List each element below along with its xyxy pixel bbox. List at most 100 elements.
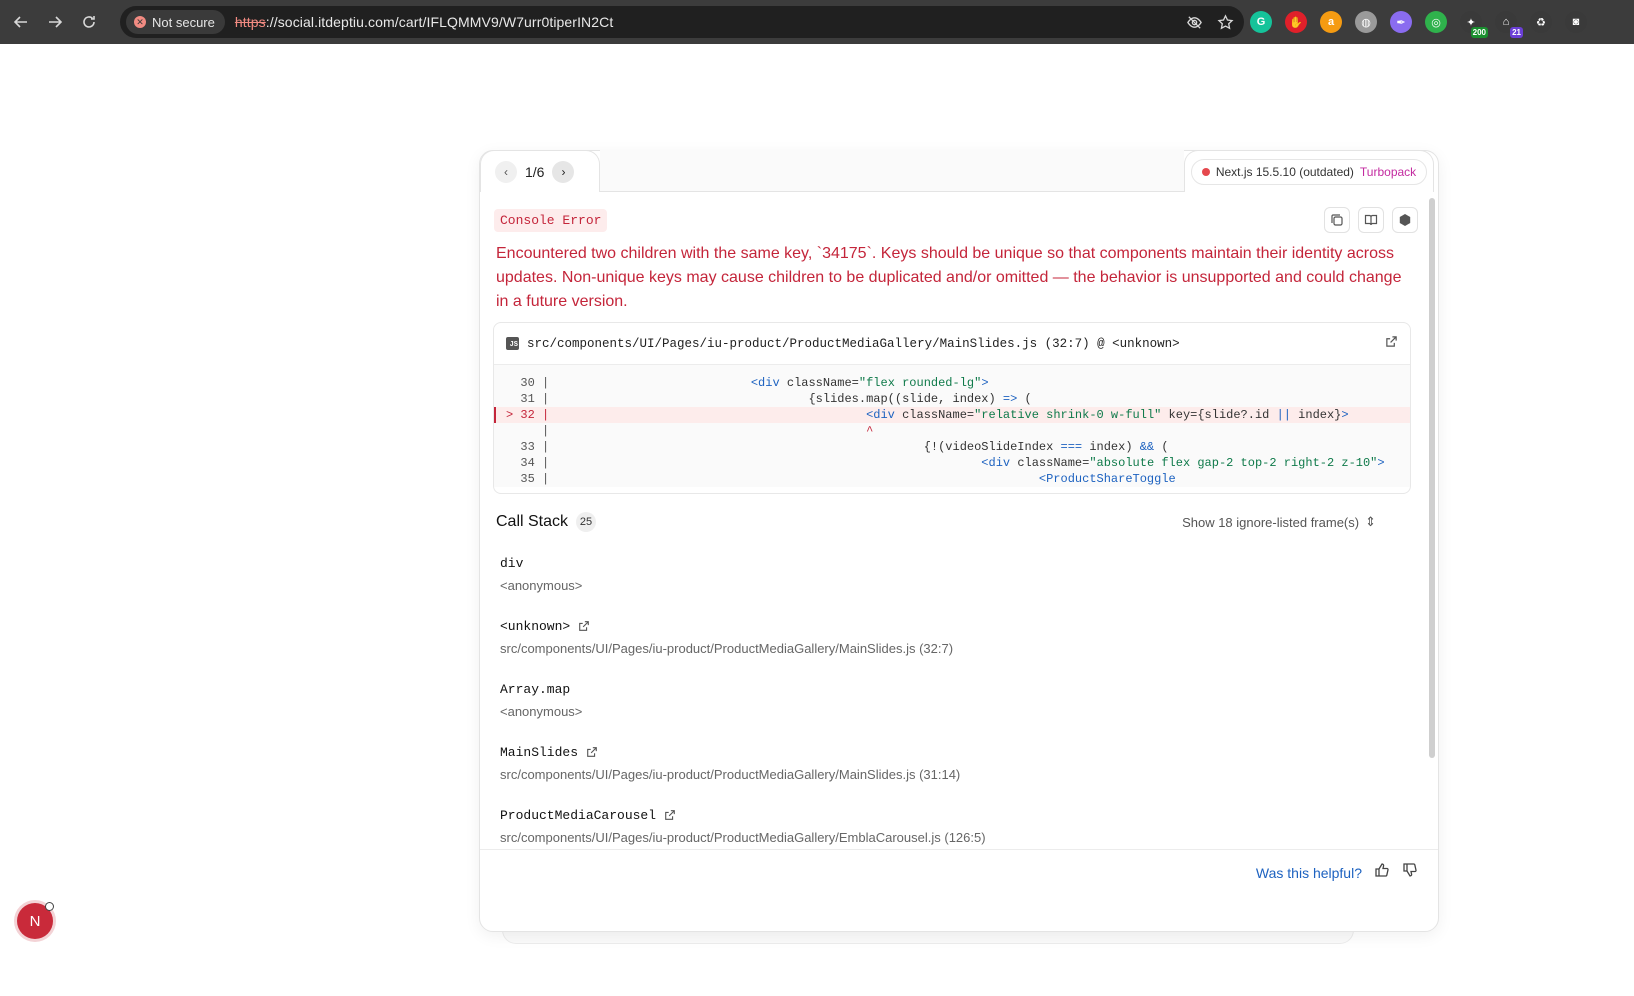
url-path: ://social.itdeptiu.com/cart/IFLQMMV9/W7u… (265, 14, 614, 30)
code-line: 34 | <div className="absolute flex gap-2… (494, 455, 1410, 471)
code-token: === (1060, 440, 1083, 454)
url-scheme: https (234, 14, 266, 30)
thumbs-down-button[interactable] (1402, 862, 1418, 883)
stack-frame: MainSlides src/components/UI/Pages/iu-pro… (500, 741, 1380, 804)
code-token: ^ (866, 424, 874, 438)
code-file-path: src/components/UI/Pages/iu-product/Produ… (527, 336, 1180, 351)
camera-icon[interactable]: ◙ (1565, 11, 1587, 33)
external-link-icon[interactable] (664, 809, 676, 821)
address-bar[interactable]: ✕ Not secure https://social.itdeptiu.com… (120, 6, 1244, 38)
code-token: "relative shrink-0 w-full" (974, 408, 1162, 422)
stack-frame: <unknown> src/components/UI/Pages/iu-prod… (500, 615, 1380, 678)
error-content: Console Error Encountered two children w… (480, 192, 1438, 884)
code-token: <div (981, 456, 1018, 470)
thumbs-down-icon (1403, 863, 1417, 877)
code-token: "flex rounded-lg" (858, 376, 982, 390)
line-number: 34 | (506, 456, 550, 470)
code-token: index) (1082, 440, 1140, 454)
external-link-icon[interactable] (586, 746, 598, 758)
code-token: index} (1290, 408, 1342, 422)
code-line: 33 | {!(videoSlideIndex === index) && ( (494, 439, 1410, 455)
counter-21-icon[interactable]: ⌂ 21 (1495, 11, 1523, 38)
code-token: ( (1154, 440, 1169, 454)
extension-badge: 200 (1470, 27, 1488, 38)
code-token: {!(videoSlideIndex (923, 440, 1061, 454)
thumbs-up-button[interactable] (1374, 862, 1390, 883)
url-text[interactable]: https://social.itdeptiu.com/cart/IFLQMMV… (235, 14, 613, 30)
code-line: | ^ (494, 423, 1410, 439)
code-token: => (1002, 392, 1018, 406)
nextjs-dev-indicator[interactable]: N (17, 902, 54, 939)
next-version-chip[interactable]: Next.js 15.5.10 (outdated) Turbopack (1190, 158, 1428, 185)
line-number: 35 | (506, 472, 550, 486)
code-token: > (1377, 456, 1385, 470)
code-token: <div (750, 376, 787, 390)
copy-icon (1331, 214, 1343, 226)
code-token: key={slide?.id (1161, 408, 1277, 422)
code-line: 31 | {slides.map((slide, index) => ( (494, 391, 1410, 407)
node-inspector-button[interactable] (1392, 207, 1418, 233)
frame-function-name: ProductMediaCarousel (500, 807, 657, 823)
arrow-right-icon (49, 16, 63, 28)
star-icon[interactable] (1217, 13, 1234, 31)
line-number: | (506, 424, 550, 438)
thumbs-up-icon (1375, 863, 1389, 877)
outdated-dot-icon (1201, 167, 1210, 176)
reload-button[interactable] (72, 5, 106, 39)
external-link-icon[interactable] (578, 620, 590, 632)
indicator-dot-icon (45, 902, 54, 911)
open-in-editor-button[interactable] (1385, 335, 1398, 353)
code-token: || (1276, 408, 1291, 422)
copy-button[interactable] (1324, 207, 1350, 233)
frame-location[interactable]: src/components/UI/Pages/iu-product/Produ… (500, 767, 1380, 787)
grammarly-icon[interactable]: G (1250, 11, 1272, 33)
book-icon (1364, 214, 1378, 226)
globe-icon[interactable]: ◍ (1355, 11, 1377, 33)
code-token: "absolute flex gap-2 top-2 right-2 z-10" (1089, 456, 1378, 470)
frame-location[interactable]: src/components/UI/Pages/iu-product/Produ… (500, 830, 1380, 850)
line-number: 31 | (506, 392, 550, 406)
recycle-icon[interactable]: ♻ (1530, 11, 1552, 33)
line-number: 33 | (506, 440, 550, 454)
target-icon[interactable]: ◎ (1425, 11, 1447, 33)
frame-location[interactable]: src/components/UI/Pages/iu-product/Produ… (500, 641, 1380, 661)
version-tab: Next.js 15.5.10 (outdated) Turbopack (1184, 150, 1434, 192)
feather-icon[interactable]: ✒ (1390, 11, 1412, 33)
dialog-header-strip (600, 150, 1184, 192)
js-file-icon: JS (506, 337, 519, 350)
code-token: className= (786, 376, 859, 390)
amazon-icon[interactable]: a (1320, 11, 1342, 33)
frame-function-name: Array.map (500, 681, 571, 697)
external-link-icon (1386, 335, 1397, 347)
security-chip[interactable]: ✕ Not secure (126, 10, 225, 34)
error-message: Encountered two children with the same k… (496, 245, 1402, 310)
eye-off-icon[interactable] (1186, 14, 1203, 31)
code-frame: JS src/components/UI/Pages/iu-product/Pr… (493, 322, 1411, 494)
code-token: ( (1017, 392, 1032, 406)
next-error-button[interactable]: › (552, 160, 575, 183)
reload-icon (83, 16, 95, 28)
counter-200-icon[interactable]: ✦ 200 (1460, 11, 1488, 38)
code-token: && (1139, 440, 1155, 454)
ignore-listed-toggle[interactable]: Show 18 ignore-listed frame(s) ⇕ (1182, 514, 1376, 530)
back-button[interactable] (4, 5, 38, 39)
prev-error-button[interactable]: ‹ (495, 160, 517, 183)
code-token: className= (902, 408, 975, 422)
code-line: 35 | <ProductShareToggle (494, 471, 1410, 487)
code-token: className= (1017, 456, 1090, 470)
pager-count: 1/6 (525, 163, 545, 180)
frame-function-name: MainSlides (500, 744, 579, 760)
arrow-left-icon (13, 16, 27, 28)
scrollbar[interactable] (1429, 198, 1435, 758)
docs-button[interactable] (1358, 207, 1384, 233)
adblock-icon[interactable]: ✋ (1285, 11, 1307, 33)
helpful-label: Was this helpful? (1255, 864, 1362, 881)
call-stack-count: 25 (576, 512, 597, 532)
security-label: Not secure (152, 14, 215, 30)
forward-button[interactable] (38, 5, 72, 39)
code-token: <ProductShareToggle (1038, 472, 1176, 486)
